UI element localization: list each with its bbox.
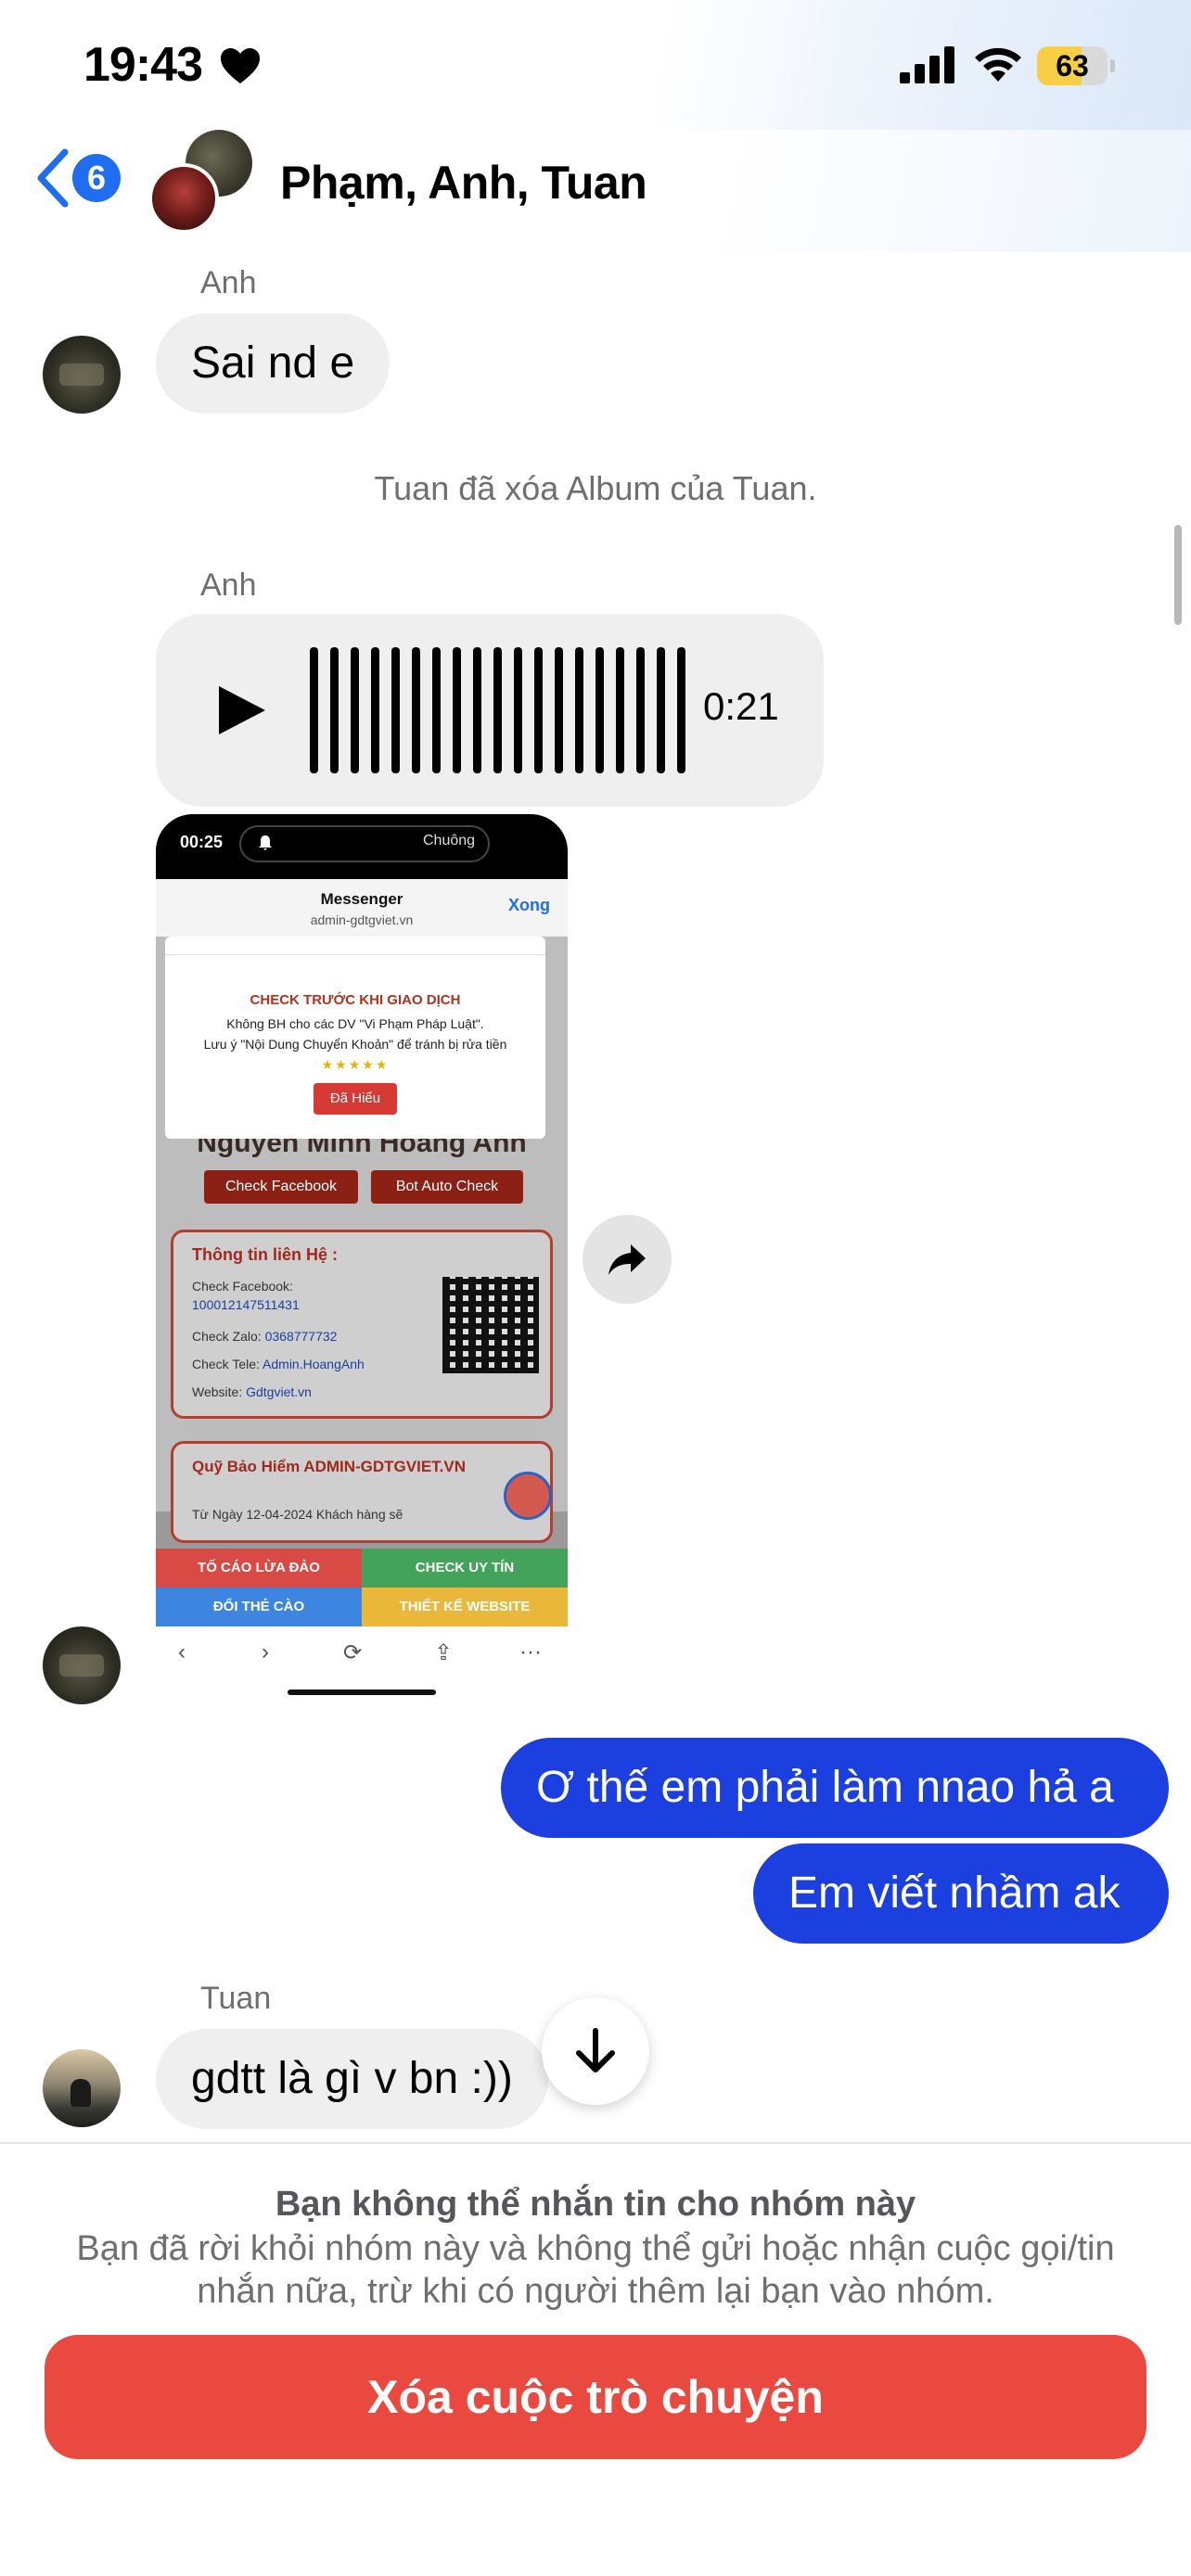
chat-title[interactable]: Phạm, Anh, Tuan <box>280 156 647 210</box>
message-bubble[interactable]: gdtt là gì v bn :)) <box>156 2029 548 2129</box>
avatar-tuan[interactable] <box>43 2049 121 2127</box>
screenshot-web-value: Gdtgviet.vn <box>246 1384 312 1399</box>
screenshot-chuong: Chuông <box>423 833 476 848</box>
message-bubble-outgoing[interactable]: Ơ thế em phải làm nnao hả a <box>501 1738 1169 1838</box>
avatar-anh[interactable] <box>43 336 121 414</box>
screenshot-modal-title: CHECK TRƯỚC KHI GIAO DỊCH <box>250 992 461 1008</box>
screenshot-url: admin-gdtgviet.vn <box>310 912 414 927</box>
arrow-down-icon <box>576 2028 615 2072</box>
screenshot-web-label: Website: <box>192 1384 243 1399</box>
delete-conversation-button[interactable]: Xóa cuộc trò chuyện <box>45 2335 1146 2459</box>
battery-icon: 63 <box>1037 46 1115 85</box>
telegram-icon <box>504 1472 552 1520</box>
screenshot-fb-value: 100012147511431 <box>192 1297 300 1312</box>
system-message: Tuan đã xóa Album của Tuan. <box>374 469 817 507</box>
wifi-icon <box>975 47 1021 82</box>
avatar <box>148 163 219 234</box>
screenshot-tab: THIẾT KẾ WEBSITE <box>362 1588 568 1626</box>
unread-count-badge[interactable]: 6 <box>72 154 121 202</box>
more-icon: ··· <box>519 1639 542 1664</box>
sender-name: Anh <box>200 567 257 603</box>
heart-icon <box>221 48 260 83</box>
screenshot-fund-title: Quỹ Bảo Hiểm ADMIN-GDTGVIET.VN <box>192 1458 467 1475</box>
screenshot-done: Xong <box>508 896 550 914</box>
screenshot-tab: CHECK UY TÍN <box>362 1549 568 1588</box>
share-arrow-icon <box>608 1244 646 1275</box>
chat-header: 6 Phạm, Anh, Tuan <box>0 130 1191 252</box>
reload-icon: ⟳ <box>343 1640 363 1665</box>
divider <box>0 2142 1191 2144</box>
screenshot-contact-card: Thông tin liên Hệ : Check Facebook: 1000… <box>171 1230 553 1419</box>
shared-screenshot-image[interactable]: 00:25 Chuông Messenger admin-gdtgviet.vn… <box>156 814 568 1626</box>
screenshot-contact-title: Thông tin liên Hệ : <box>192 1245 338 1264</box>
screenshot-bot-auto-check: Bot Auto Check <box>371 1170 523 1204</box>
screenshot-modal: CHECK TRƯỚC KHI GIAO DỊCH Không BH cho c… <box>165 937 545 1139</box>
screenshot-modal-line1: Không BH cho các DV "Vi Phạm Pháp Luật". <box>226 1016 484 1031</box>
screenshot-tele-label: Check Tele: <box>192 1357 260 1371</box>
screenshot-tab: TỐ CÁO LỪA ĐẢO <box>156 1549 362 1588</box>
cannot-message-title: Bạn không thể nhắn tin cho nhóm này <box>275 2185 916 2224</box>
screenshot-modal-line2: Lưu ý "Nội Dung Chuyển Khoản" để tránh b… <box>203 1037 507 1052</box>
screenshot-app-name: Messenger <box>320 890 403 908</box>
play-icon[interactable] <box>213 682 269 738</box>
screenshot-zalo-value: 0368777732 <box>264 1329 338 1344</box>
status-time: 19:43 <box>83 38 203 92</box>
home-indicator <box>288 1690 436 1695</box>
screenshot-tele-value: Admin.HoangAnh <box>263 1357 365 1371</box>
sender-name: Tuan <box>200 1981 272 2016</box>
bell-icon <box>259 835 272 850</box>
forward-share-button[interactable] <box>583 1215 672 1304</box>
screenshot-fund-sub: Từ Ngày 12-04-2024 Khách hàng sẽ <box>192 1507 403 1522</box>
status-bar: 19:43 63 <box>0 0 1191 130</box>
voice-message[interactable]: 0:21 <box>156 614 824 807</box>
battery-percent: 63 <box>1056 49 1089 83</box>
screenshot-time: 00:25 <box>180 833 224 851</box>
share-icon: ⇪ <box>434 1640 454 1665</box>
screenshot-zalo-label: Check Zalo: <box>192 1329 262 1344</box>
screenshot-fb-label: Check Facebook: <box>192 1279 293 1294</box>
screenshot-fund-card: Quỹ Bảo Hiểm ADMIN-GDTGVIET.VN Từ Ngày 1… <box>171 1441 553 1543</box>
message-bubble-outgoing[interactable]: Em viết nhầm ak <box>753 1843 1169 1944</box>
sender-name: Anh <box>200 265 257 300</box>
screenshot-tab: ĐỔI THẺ CÀO <box>156 1588 362 1626</box>
screenshot-browser-bar: ‹ › ⟳ ⇪ ··· <box>156 1626 568 1691</box>
forward-icon: › <box>262 1639 269 1664</box>
scroll-to-bottom-button[interactable] <box>542 1997 649 2105</box>
voice-duration: 0:21 <box>703 684 779 728</box>
signal-icon <box>900 46 954 83</box>
screenshot-check-facebook: Check Facebook <box>204 1170 358 1204</box>
back-icon: ‹ <box>178 1639 186 1664</box>
star-rating-icon: ★★★★★ <box>321 1057 390 1072</box>
message-bubble[interactable]: Sai nd e <box>156 313 391 414</box>
qr-code-icon <box>442 1277 539 1373</box>
back-chevron-icon[interactable] <box>33 148 70 208</box>
group-avatar[interactable] <box>148 130 256 234</box>
scrollbar[interactable] <box>1174 525 1182 625</box>
cannot-message-description: Bạn đã rời khỏi nhóm này và không thể gử… <box>76 2229 1115 2311</box>
avatar-anh[interactable] <box>43 1626 121 1704</box>
screenshot-modal-button: Đã Hiểu <box>314 1083 397 1115</box>
